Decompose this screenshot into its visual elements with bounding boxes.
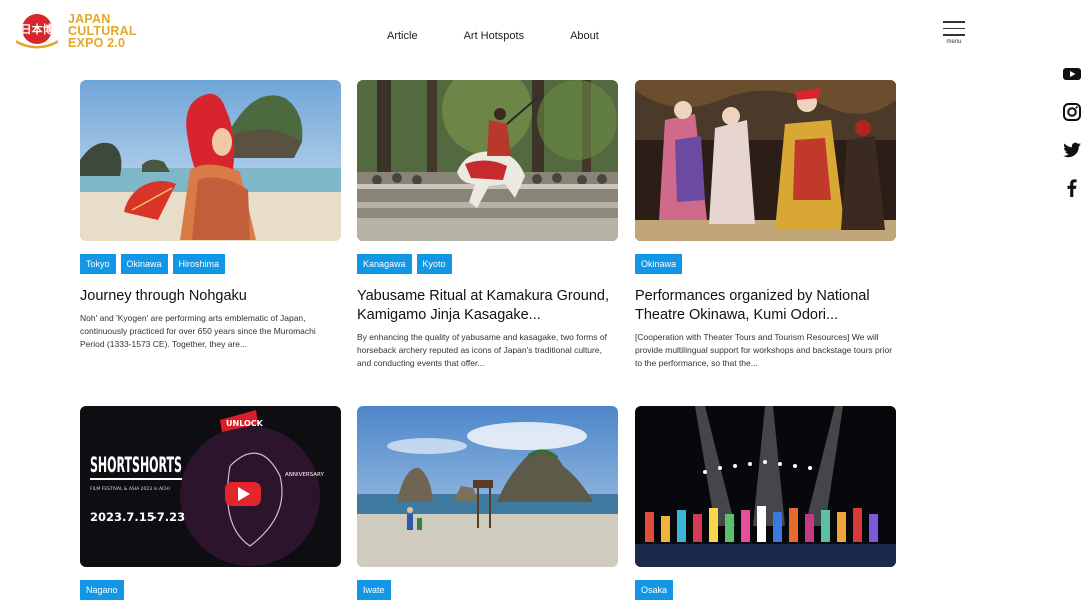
- svg-text:日本博: 日本博: [21, 22, 54, 36]
- tag[interactable]: Okinawa: [120, 254, 168, 274]
- twitter-icon[interactable]: [1062, 140, 1082, 160]
- svg-text:-7.23: -7.23: [152, 510, 185, 524]
- article-image-coast[interactable]: [357, 406, 618, 567]
- article-card[interactable]: Tokyo Okinawa Hiroshima Journey through …: [80, 80, 341, 351]
- nav-article[interactable]: Article: [387, 30, 418, 42]
- article-title[interactable]: Performances organized by National Theat…: [635, 287, 896, 325]
- article-image-yabusame[interactable]: [357, 80, 618, 241]
- facebook-icon[interactable]: [1062, 178, 1082, 198]
- menu-label: menu: [946, 38, 962, 45]
- logo-mark: 日本博: [16, 14, 58, 49]
- article-description: [Cooperation with Theater Tours and Tour…: [635, 332, 893, 368]
- article-description: By enhancing the quality of yabusame and…: [357, 332, 607, 368]
- tag[interactable]: Nagano: [80, 580, 124, 600]
- tag-list: Kanagawa Kyoto: [357, 254, 618, 274]
- tag[interactable]: Iwate: [357, 580, 391, 600]
- tag[interactable]: Okinawa: [635, 254, 683, 274]
- tag-list: Nagano: [80, 580, 341, 600]
- tag[interactable]: Osaka: [635, 580, 674, 600]
- tag-list: Tokyo Okinawa Hiroshima: [80, 254, 341, 274]
- hamburger-icon: [943, 21, 965, 23]
- article-title[interactable]: Journey through Nohgaku: [80, 287, 341, 306]
- nav-about[interactable]: About: [570, 30, 599, 42]
- tag-list: Osaka: [635, 580, 896, 600]
- youtube-icon[interactable]: [1062, 64, 1082, 84]
- instagram-icon[interactable]: [1062, 102, 1082, 122]
- tag-list: Okinawa: [635, 254, 896, 274]
- tag[interactable]: Kanagawa: [357, 254, 412, 274]
- svg-text:FILM FESTIVAL & ASIA 2023 in A: FILM FESTIVAL & ASIA 2023 in ACHI: [90, 486, 170, 492]
- article-image-kumi-odori[interactable]: [635, 80, 896, 241]
- article-card[interactable]: Osaka: [635, 406, 896, 600]
- site-logo[interactable]: 日本博 JAPAN CULTURAL EXPO 2.0: [10, 12, 137, 50]
- article-title[interactable]: Yabusame Ritual at Kamakura Ground, Kami…: [357, 287, 618, 325]
- article-description: Noh' and 'Kyogen' are performing arts em…: [80, 313, 316, 349]
- article-card[interactable]: Okinawa Performances organized by Nation…: [635, 80, 896, 370]
- article-card[interactable]: Kanagawa Kyoto Yabusame Ritual at Kamaku…: [357, 80, 618, 370]
- article-card[interactable]: UNLOCK SHORTSHORTS FILM FESTIVAL & ASIA …: [80, 406, 341, 600]
- tag[interactable]: Hiroshima: [172, 254, 226, 274]
- svg-text:SHORTSHORTS: SHORTSHORTS: [90, 453, 182, 477]
- article-image-short-shorts[interactable]: UNLOCK SHORTSHORTS FILM FESTIVAL & ASIA …: [80, 406, 341, 567]
- logo-line-3: EXPO 2.0: [68, 36, 126, 50]
- svg-text:UNLOCK: UNLOCK: [226, 419, 264, 428]
- svg-text:ANNIVERSARY: ANNIVERSARY: [285, 472, 324, 478]
- article-image-noh[interactable]: [80, 80, 341, 241]
- main-nav: Article Art Hotspots About: [387, 30, 599, 42]
- article-image-stage-performance[interactable]: [635, 406, 896, 567]
- svg-text:2023.7.15: 2023.7.15: [90, 510, 155, 524]
- social-links: [1062, 64, 1082, 216]
- tag[interactable]: Kyoto: [416, 254, 452, 274]
- nav-art-hotspots[interactable]: Art Hotspots: [464, 30, 525, 42]
- tag-list: Iwate: [357, 580, 618, 600]
- tag[interactable]: Tokyo: [80, 254, 116, 274]
- menu-button[interactable]: menu: [943, 21, 965, 45]
- article-card[interactable]: Iwate: [357, 406, 618, 600]
